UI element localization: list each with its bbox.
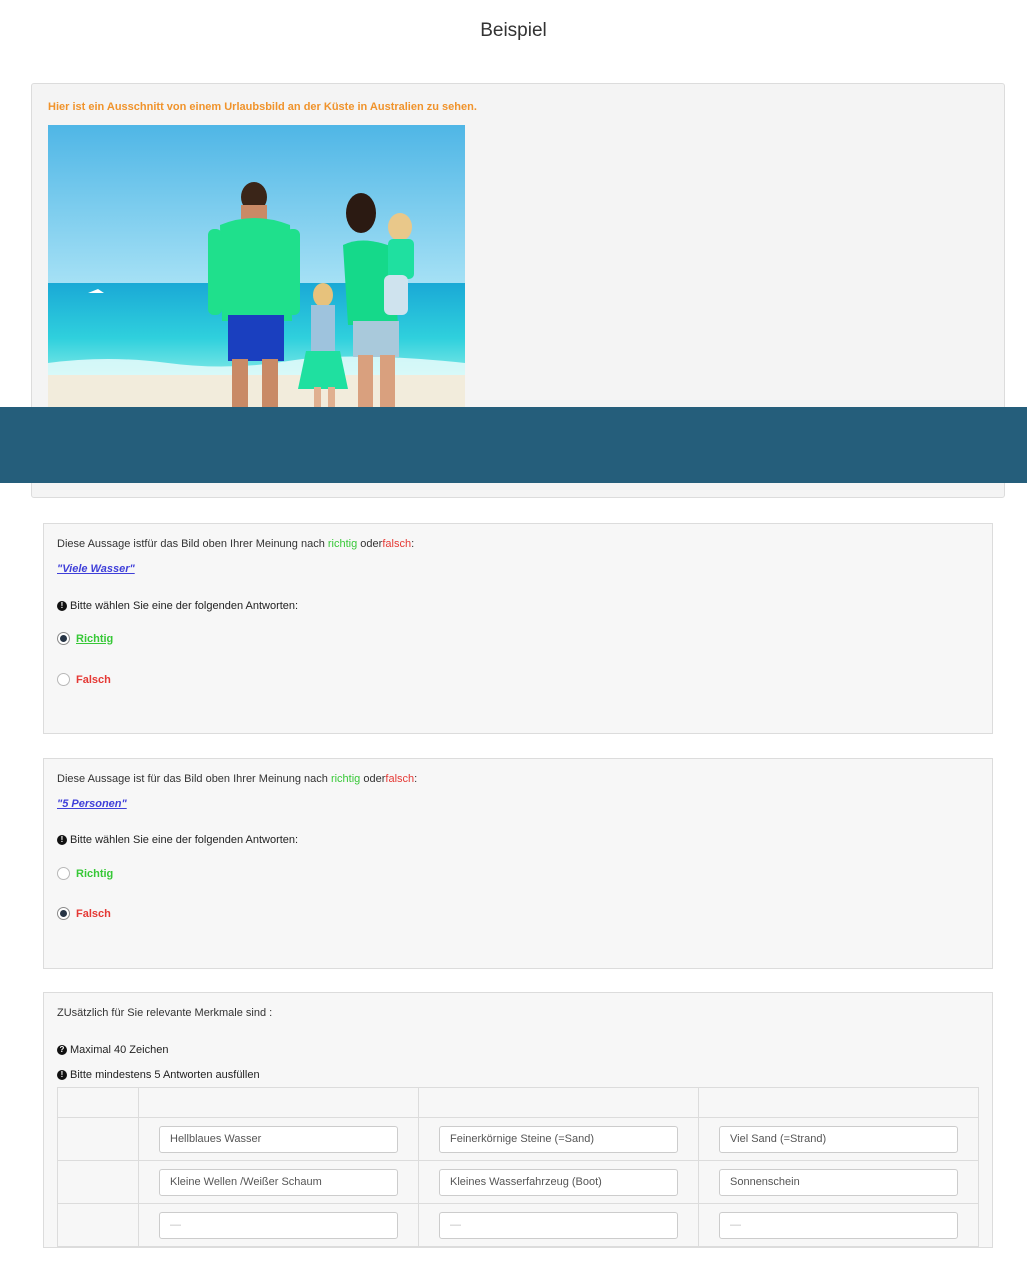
table-row: Kleine Wellen /Weißer Schaum Kleines Was… — [57, 1160, 979, 1204]
table-header-cell — [138, 1087, 419, 1118]
question-1-hint: ! Bitte wählen Sie eine der folgenden An… — [57, 600, 298, 612]
prompt-text: Diese Aussage ist für das Bild oben Ihre… — [57, 773, 328, 785]
exclamation-circle-icon: ! — [57, 1070, 67, 1080]
question-1-statement-link[interactable]: "Viele Wasser" — [57, 563, 135, 575]
table-cell: Feinerkörnige Steine (=Sand) — [418, 1117, 699, 1161]
prompt-colon: : — [414, 773, 418, 785]
option-label[interactable]: Falsch — [76, 674, 111, 686]
exclamation-circle-icon: ! — [57, 835, 67, 845]
table-row: — — — — [57, 1203, 979, 1247]
option-label[interactable]: Richtig — [76, 633, 113, 645]
feature-input-3[interactable]: Viel Sand (=Strand) — [719, 1125, 958, 1153]
feature-input-8[interactable]: — — [439, 1211, 678, 1239]
radio-button-checked[interactable] — [57, 632, 70, 645]
question-2-statement-link[interactable]: "5 Personen" — [57, 798, 127, 810]
prompt-text: Diese Aussage istfür das Bild oben Ihrer… — [57, 538, 325, 550]
question-2-option-falsch[interactable]: Falsch — [57, 907, 111, 920]
option-label[interactable]: Richtig — [76, 868, 113, 880]
prompt-word-oder: oder — [363, 773, 386, 785]
hint-text: Bitte wählen Sie eine der folgenden Antw… — [70, 834, 299, 846]
features-table: Hellblaues Wasser Feinerkörnige Steine (… — [57, 1087, 979, 1247]
beach-photo-illustration — [48, 125, 465, 409]
features-title: ZUsätzlich für Sie relevante Merkmale si… — [57, 1007, 273, 1019]
feature-input-1[interactable]: Hellblaues Wasser — [159, 1125, 398, 1153]
question-2-option-richtig[interactable]: Richtig — [57, 867, 113, 880]
feature-input-4[interactable]: Kleine Wellen /Weißer Schaum — [159, 1168, 398, 1196]
table-cell: — — [698, 1203, 979, 1247]
feature-input-5[interactable]: Kleines Wasserfahrzeug (Boot) — [439, 1168, 678, 1196]
feature-input-9[interactable]: — — [719, 1211, 958, 1239]
feature-input-7[interactable]: — — [159, 1211, 398, 1239]
feature-input-2[interactable]: Feinerkörnige Steine (=Sand) — [439, 1125, 678, 1153]
table-cell: Kleines Wasserfahrzeug (Boot) — [418, 1160, 699, 1204]
table-cell: — — [418, 1203, 699, 1247]
row-label-cell — [57, 1117, 139, 1161]
table-row: Hellblaues Wasser Feinerkörnige Steine (… — [57, 1117, 979, 1161]
question-1-panel: Diese Aussage istfür das Bild oben Ihrer… — [43, 523, 993, 734]
hint-text: Bitte mindestens 5 Antworten ausfüllen — [70, 1069, 260, 1081]
radio-button[interactable] — [57, 867, 70, 880]
table-header-row — [57, 1087, 979, 1118]
prompt-word-falsch: falsch — [382, 538, 412, 550]
beach-family-photo — [48, 125, 465, 409]
table-header-cell — [698, 1087, 979, 1118]
table-cell: — — [138, 1203, 419, 1247]
table-cell: Hellblaues Wasser — [138, 1117, 419, 1161]
option-label[interactable]: Falsch — [76, 908, 111, 920]
exclamation-circle-icon: ! — [57, 601, 67, 611]
page-title: Beispiel — [480, 20, 547, 41]
prompt-word-richtig: richtig — [330, 773, 361, 785]
hint-text: Bitte wählen Sie eine der folgenden Antw… — [70, 600, 299, 612]
table-cell: Viel Sand (=Strand) — [698, 1117, 979, 1161]
prompt-word-richtig: richtig — [327, 538, 358, 550]
overlay-banner — [0, 407, 1027, 483]
prompt-word-oder: oder — [360, 538, 383, 550]
features-hint-min: ! Bitte mindestens 5 Antworten ausfüllen — [57, 1069, 260, 1081]
question-circle-icon: ? — [57, 1045, 67, 1055]
question-2-prompt: Diese Aussage ist für das Bild oben Ihre… — [57, 773, 417, 785]
question-1-prompt: Diese Aussage istfür das Bild oben Ihrer… — [57, 538, 414, 550]
prompt-colon: : — [411, 538, 415, 550]
features-panel: ZUsätzlich für Sie relevante Merkmale si… — [43, 992, 993, 1248]
prompt-word-falsch: falsch — [385, 773, 415, 785]
radio-button-checked[interactable] — [57, 907, 70, 920]
question-1-option-richtig[interactable]: Richtig — [57, 632, 113, 645]
table-cell: Kleine Wellen /Weißer Schaum — [138, 1160, 419, 1204]
features-hint-max: ? Maximal 40 Zeichen — [57, 1044, 168, 1056]
hint-text: Maximal 40 Zeichen — [70, 1044, 169, 1056]
radio-button[interactable] — [57, 673, 70, 686]
feature-input-6[interactable]: Sonnenschein — [719, 1168, 958, 1196]
table-header-cell — [57, 1087, 139, 1118]
question-2-hint: ! Bitte wählen Sie eine der folgenden An… — [57, 834, 298, 846]
row-label-cell — [57, 1203, 139, 1247]
table-header-cell — [418, 1087, 699, 1118]
table-cell: Sonnenschein — [698, 1160, 979, 1204]
question-2-panel: Diese Aussage ist für das Bild oben Ihre… — [43, 758, 993, 969]
example-caption: Hier ist ein Ausschnitt von einem Urlaub… — [48, 101, 477, 113]
question-1-option-falsch[interactable]: Falsch — [57, 673, 111, 686]
row-label-cell — [57, 1160, 139, 1204]
